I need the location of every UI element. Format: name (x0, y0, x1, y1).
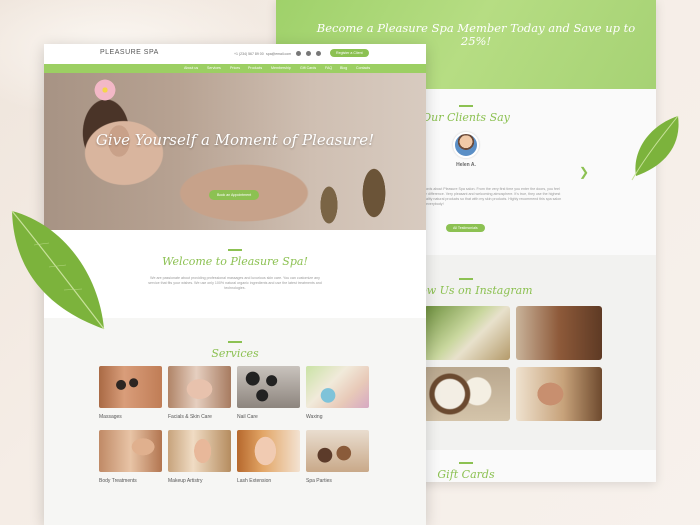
service-card-waxing[interactable]: Waxing (306, 366, 369, 420)
service-label: Nail Care (237, 414, 258, 420)
main-nav: About us Services Prices Products Member… (44, 64, 426, 73)
nav-item-prices[interactable]: Prices (230, 66, 240, 70)
divider (459, 278, 473, 280)
service-card-massages[interactable]: Massages (99, 366, 162, 420)
phone-number: +1 (234) 567 89 00 (234, 52, 264, 56)
service-label: Lash Extension (237, 478, 272, 484)
nav-item-services[interactable]: Services (207, 66, 221, 70)
service-card-lash-extension[interactable]: Lash Extension (237, 430, 300, 484)
service-card-nail-care[interactable]: Nail Care (237, 366, 300, 420)
divider (228, 341, 242, 343)
service-label: Body Treatments (99, 478, 137, 484)
service-label: Facials & Skin Care (168, 414, 212, 420)
hero-title: Give Yourself a Moment of Pleasure! (95, 131, 375, 149)
service-label: Massages (99, 414, 122, 420)
chevron-right-icon[interactable]: ❯ (579, 165, 589, 179)
nav-item-about[interactable]: About us (184, 66, 198, 70)
service-image (237, 430, 300, 472)
service-image (168, 366, 231, 408)
nav-item-faq[interactable]: FAQ (325, 66, 332, 70)
membership-banner-title: Become a Pleasure Spa Member Today and S… (316, 21, 636, 48)
welcome-text: We are passionate about providing profes… (148, 276, 322, 290)
service-image (306, 366, 369, 408)
leaf-decoration-right (631, 115, 679, 181)
instagram-photo-coconut[interactable] (424, 367, 510, 421)
nav-item-products[interactable]: Products (248, 66, 262, 70)
book-appointment-button[interactable]: Book an Appointment (209, 190, 260, 200)
nav-item-membership[interactable]: Membership (271, 66, 291, 70)
service-image (306, 430, 369, 472)
service-card-spa-parties[interactable]: Spa Parties (306, 430, 369, 484)
divider (459, 105, 473, 107)
service-card-body-treatments[interactable]: Body Treatments (99, 430, 162, 484)
services-title: Services (211, 347, 259, 360)
service-label: Makeup Artistry (168, 478, 203, 484)
all-testimonials-button[interactable]: All Testimonials (446, 224, 485, 232)
service-card-makeup[interactable]: Makeup Artistry (168, 430, 231, 484)
testimonial-text: Words about Pleasure Spa salon. From the… (422, 187, 562, 206)
services-header: Services (44, 341, 426, 360)
service-card-facials[interactable]: Facials & Skin Care (168, 366, 231, 420)
service-image (237, 366, 300, 408)
service-label: Spa Parties (306, 478, 332, 484)
logo[interactable]: PLEASURE SPA (100, 49, 159, 56)
facebook-icon[interactable] (296, 51, 301, 56)
register-client-button[interactable]: Register a Client (330, 49, 369, 57)
nav-item-contacts[interactable]: Contacts (356, 66, 370, 70)
instagram-icon[interactable] (316, 51, 321, 56)
service-image (99, 430, 162, 472)
divider (228, 249, 242, 251)
instagram-photo-products[interactable] (424, 306, 510, 360)
instagram-photo-room[interactable] (516, 306, 602, 360)
divider (459, 462, 473, 464)
service-image (168, 430, 231, 472)
nav-item-blog[interactable]: Blog (340, 66, 347, 70)
leaf-decoration-left (11, 210, 105, 330)
twitter-icon[interactable] (306, 51, 311, 56)
instagram-photo-man-spa[interactable] (516, 367, 602, 421)
service-label: Waxing (306, 414, 323, 420)
flower-image (92, 79, 118, 101)
nav-item-gift-cards[interactable]: Gift Cards (300, 66, 316, 70)
email-address[interactable]: spa@email.com (266, 52, 291, 56)
service-image (99, 366, 162, 408)
top-bar: PLEASURE SPA +1 (234) 567 89 00 spa@emai… (44, 44, 426, 64)
client-avatar (453, 132, 479, 158)
